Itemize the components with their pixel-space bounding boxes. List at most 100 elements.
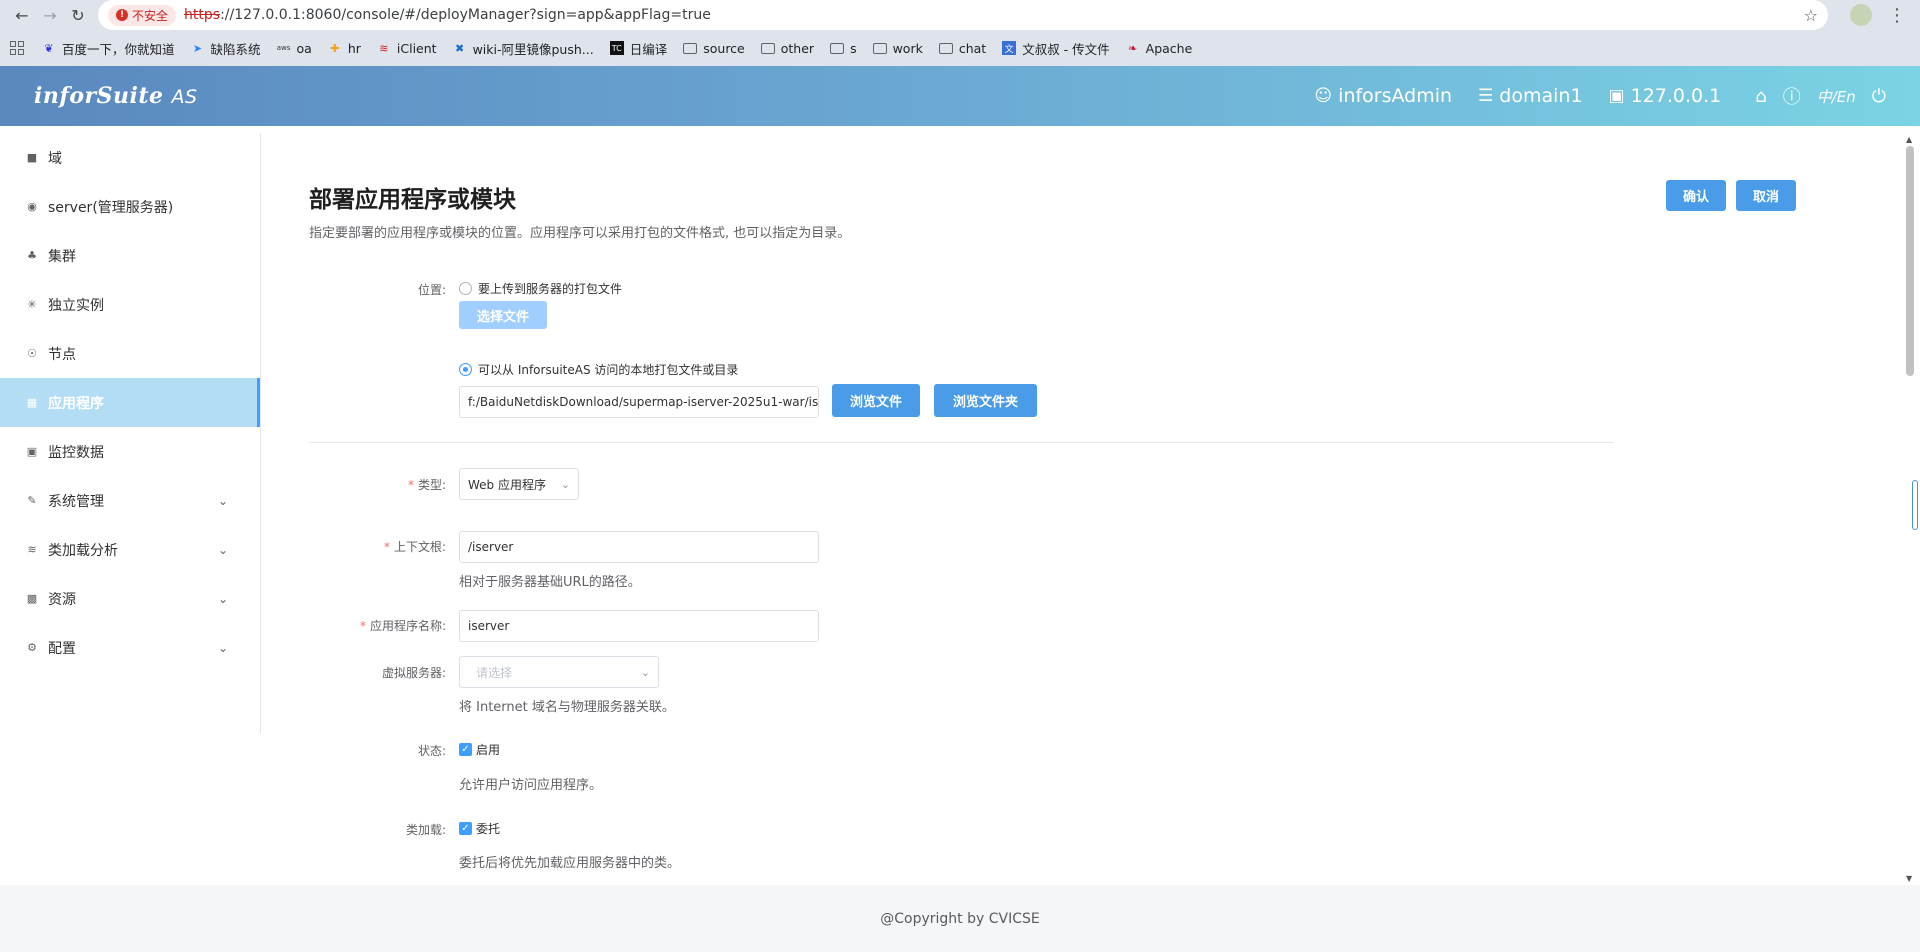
bookmark-source[interactable]: source (683, 41, 745, 56)
bookmark-other[interactable]: other (760, 41, 814, 56)
reload-icon[interactable]: ↻ (64, 1, 92, 29)
chevron-down-icon: ⌄ (217, 640, 228, 655)
folder-icon (760, 42, 775, 54)
jetbrains-icon: TC (609, 41, 624, 55)
footer: @Copyright by CVICSE (0, 885, 1920, 952)
domain-icon: ■ (26, 151, 38, 164)
home-icon[interactable]: ⌂ (1755, 86, 1766, 107)
folder-icon (938, 42, 953, 54)
app-name-input[interactable]: iserver (459, 610, 819, 642)
domain-menu[interactable]: ☰ domain1 (1478, 85, 1583, 107)
scroll-thumb[interactable] (1906, 146, 1914, 376)
warning-icon: ! (116, 9, 128, 21)
app-grid-icon: ▦ (26, 396, 38, 409)
sidebar-item-system[interactable]: ✎ 系统管理 ⌄ (0, 476, 260, 525)
apps-grid-icon[interactable] (10, 41, 24, 55)
back-icon[interactable]: ← (8, 1, 36, 29)
iclient-icon: ≋ (379, 41, 389, 55)
classloading-label: 类加载: (405, 823, 446, 837)
scroll-indicator[interactable] (1912, 480, 1918, 530)
browse-folder-button[interactable]: 浏览文件夹 (934, 384, 1037, 417)
bookmark-baidu[interactable]: ❦ 百度一下，你就知道 (42, 39, 174, 58)
host-menu[interactable]: ▣ 127.0.0.1 (1609, 85, 1722, 107)
sidebar-item-config[interactable]: ⚙ 配置 ⌄ (0, 623, 260, 672)
chevron-down-icon: ⌄ (217, 542, 228, 557)
context-root-hint: 相对于服务器基础URL的路径。 (459, 575, 641, 590)
chevron-down-icon: ⌄ (217, 493, 228, 508)
sidebar-item-resources[interactable]: ▩ 资源 ⌄ (0, 574, 260, 623)
cancel-button[interactable]: 取消 (1736, 180, 1796, 211)
monitor-icon: ▣ (1608, 86, 1625, 106)
bookmark-work[interactable]: work (872, 41, 923, 56)
status-label: 状态: (417, 744, 446, 758)
bookmark-hr[interactable]: ✚ hr (328, 41, 361, 56)
sidebar-item-instance[interactable]: ✳ 独立实例 (0, 280, 260, 329)
browse-file-button[interactable]: 浏览文件 (832, 384, 920, 417)
bookmark-daily-build[interactable]: TC 日编译 (609, 39, 667, 58)
forward-icon[interactable]: → (36, 1, 64, 29)
confluence-icon: ✖ (454, 41, 465, 55)
bookmark-iclient[interactable]: ≋ iClient (377, 41, 436, 56)
type-select[interactable]: Web 应用程序 ⌄ (459, 468, 579, 500)
sidebar-item-domain[interactable]: ■ 域 (0, 133, 260, 182)
folder-icon (830, 42, 845, 54)
scroll-down-icon[interactable]: ▼ (1906, 874, 1912, 883)
context-root-input[interactable]: /iserver (459, 531, 819, 563)
bookmark-oa[interactable]: aws oa (277, 41, 312, 56)
camera-icon: ▣ (26, 445, 38, 458)
check-icon[interactable]: ✓ (459, 822, 472, 835)
instance-icon: ✳ (27, 298, 37, 311)
folder-icon (872, 42, 887, 54)
choose-file-button[interactable]: 选择文件 (459, 301, 547, 329)
bookmark-wiki[interactable]: ✖ wiki-阿里镜像push... (453, 39, 594, 58)
radio-button-selected[interactable] (459, 363, 472, 376)
list-icon: ☰ (1478, 86, 1494, 106)
profile-avatar[interactable] (1850, 4, 1872, 26)
bookmark-wenshushu[interactable]: 文文叔叔 - 传文件 (1002, 39, 1110, 58)
bookmark-defects[interactable]: ➤ 缺陷系统 (191, 39, 261, 58)
sidebar-item-server[interactable]: ◉ server(管理服务器) (0, 182, 260, 231)
classloading-checkbox[interactable]: ✓ 委托 (459, 820, 500, 837)
browser-toolbar: ← → ↻ ! 不安全 https://127.0.0.1:8060/consol… (0, 0, 1920, 30)
oa-icon: aws (276, 44, 291, 52)
status-checkbox[interactable]: ✓ 启用 (459, 741, 500, 758)
virtual-server-label: 虚拟服务器: (381, 666, 446, 680)
header-actions: ☺ inforsAdmin ☰ domain1 ▣ 127.0.0.1 ⌂ ⓘ 中/E… (1288, 83, 1886, 109)
chevron-down-icon: ⌄ (640, 665, 650, 679)
radio-upload[interactable]: 要上传到服务器的打包文件 (459, 280, 622, 297)
sidebar-item-monitoring[interactable]: ▣ 监控数据 (0, 427, 260, 476)
check-icon[interactable]: ✓ (459, 743, 472, 756)
virtual-server-select[interactable]: 请选择 ⌄ (459, 656, 659, 688)
virtual-server-hint: 将 Internet 域名与物理服务器关联。 (459, 700, 675, 715)
sidebar: ■ 域 ◉ server(管理服务器) ♣ 集群 ✳ 独立实例 ☉ 节点 ▦ 应用程序 ▣ 监… (0, 133, 261, 733)
language-toggle[interactable]: 中/En (1817, 86, 1856, 107)
classloading-hint: 委托后将优先加载应用服务器中的类。 (459, 856, 681, 871)
pen-icon: ✎ (27, 494, 37, 507)
sidebar-item-applications[interactable]: ▦ 应用程序 (0, 378, 260, 427)
info-icon[interactable]: ⓘ (1783, 83, 1801, 109)
url-text: ://127.0.0.1:8060/console/#/deployManage… (220, 7, 711, 23)
bookmark-chat[interactable]: chat (938, 41, 986, 56)
browser-menu-icon[interactable]: ⋮ (1882, 5, 1912, 26)
scroll-up-icon[interactable]: ▲ (1906, 135, 1912, 144)
radio-local[interactable]: 可以从 InforsuiteAS 访问的本地打包文件或目录 (459, 361, 738, 378)
power-icon[interactable]: ⏻ (1872, 86, 1886, 107)
bookmark-s[interactable]: s (830, 41, 857, 56)
address-bar[interactable]: ! 不安全 https://127.0.0.1:8060/console/#/de… (98, 0, 1828, 30)
copyright-text: @Copyright by CVICSE (880, 910, 1040, 927)
sidebar-item-classloading[interactable]: ≋ 类加载分析 ⌄ (0, 525, 260, 574)
path-input[interactable]: f:/BaiduNetdiskDownload/supermap-iserver… (459, 386, 819, 418)
baidu-icon: ❦ (44, 41, 54, 55)
confirm-button[interactable]: 确认 (1666, 180, 1726, 211)
user-menu[interactable]: ☺ inforsAdmin (1314, 85, 1452, 107)
sidebar-item-node[interactable]: ☉ 节点 (0, 329, 260, 378)
sidebar-item-cluster[interactable]: ♣ 集群 (0, 231, 260, 280)
app-header: inforSuite AS ☺ inforsAdmin ☰ domain1 ▣ 127.… (0, 66, 1920, 126)
bookmark-star-icon[interactable]: ☆ (1804, 6, 1818, 25)
insecure-badge[interactable]: ! 不安全 (108, 4, 177, 26)
radio-button[interactable] (459, 282, 472, 295)
bag-icon: ▩ (26, 592, 38, 605)
context-root-label: * 上下文根: (383, 540, 446, 554)
page-description: 指定要部署的应用程序或模块的位置。应用程序可以采用打包的文件格式, 也可以指定为… (309, 226, 851, 241)
bookmark-apache[interactable]: ❧ Apache (1126, 41, 1192, 56)
